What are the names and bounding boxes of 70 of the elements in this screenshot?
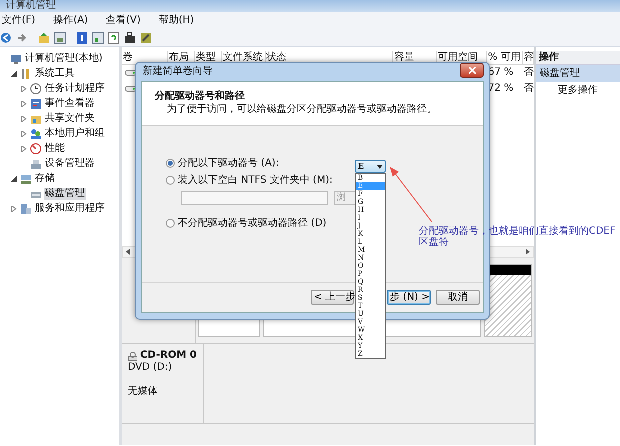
- tree-item[interactable]: 存储: [34, 172, 56, 184]
- computer-icon: [10, 52, 22, 64]
- clock-icon: [30, 82, 42, 94]
- option-label: 装入以下空白 NTFS 文件夹中 (M):: [178, 174, 333, 186]
- tree-item[interactable]: 磁盘管理: [44, 188, 86, 200]
- table-cell-text: 否: [523, 83, 534, 95]
- tree-item[interactable]: 共享文件夹: [44, 112, 96, 124]
- collapsed-arrow-icon[interactable]: [21, 100, 27, 106]
- menu-item[interactable]: 查看(V): [104, 14, 143, 28]
- dropdown-caret-icon: [377, 164, 383, 168]
- collapsed-arrow-icon[interactable]: [21, 130, 27, 136]
- back-icon[interactable]: [0, 32, 12, 44]
- tree-item[interactable]: 服务和应用程序: [34, 202, 106, 214]
- cd-drive-icon: [128, 352, 138, 360]
- gauge-icon: [30, 142, 42, 154]
- users-icon: [30, 128, 42, 140]
- unallocated-partition[interactable]: [484, 264, 532, 337]
- table-cell-text: 否: [523, 67, 534, 79]
- panel-icon[interactable]: [92, 32, 104, 44]
- collapsed-arrow-icon[interactable]: [21, 116, 27, 122]
- event-log-icon: [30, 98, 42, 110]
- table-cell-text: 72 %: [487, 83, 515, 95]
- action-item[interactable]: 更多操作: [536, 82, 620, 99]
- collapsed-arrow-icon[interactable]: [21, 86, 27, 92]
- tree-item[interactable]: 本地用户和组: [44, 128, 106, 140]
- drive-letter-dropdown[interactable]: E: [355, 160, 386, 173]
- radio-button[interactable]: [166, 176, 175, 185]
- actions-header: 操作: [536, 51, 620, 65]
- tree-item[interactable]: 事件查看器: [44, 98, 96, 110]
- selected-letter: E: [358, 162, 364, 172]
- expanded-arrow-icon[interactable]: [11, 70, 17, 76]
- collapsed-arrow-icon[interactable]: [21, 146, 27, 152]
- device-icon: [30, 158, 42, 170]
- action-item[interactable]: 磁盘管理: [536, 65, 620, 82]
- subtitle: 为了便于访问，可以给磁盘分区分配驱动器号或驱动器路径。: [166, 104, 438, 116]
- back-button[interactable]: < 上一步: [311, 290, 354, 305]
- dialog-title: 新建简单卷向导: [143, 66, 213, 78]
- panel-icon[interactable]: [54, 32, 66, 44]
- refresh-icon[interactable]: [108, 32, 120, 44]
- radio-button[interactable]: [166, 159, 175, 168]
- menu-item[interactable]: 文件(F): [0, 14, 38, 28]
- menu-item[interactable]: 操作(A): [52, 14, 90, 28]
- tree-item[interactable]: 任务计划程序: [44, 82, 106, 94]
- column-header[interactable]: 容: [523, 51, 534, 64]
- expanded-arrow-icon[interactable]: [11, 176, 17, 182]
- menu-item[interactable]: 帮助(H): [156, 14, 196, 28]
- briefcase-icon[interactable]: [124, 32, 136, 44]
- window-title: 计算机管理: [0, 0, 620, 12]
- forward-icon[interactable]: [16, 32, 28, 44]
- option-label: 不分配驱动器号或驱动器路径 (D): [178, 218, 327, 230]
- tree-item[interactable]: 设备管理器: [44, 158, 96, 170]
- tree-item[interactable]: 计算机管理(本地): [24, 52, 104, 64]
- radio-button[interactable]: [166, 219, 175, 228]
- tree-item[interactable]: 性能: [44, 142, 66, 154]
- annotation-text: 区盘符: [419, 237, 450, 248]
- tree-item[interactable]: 系统工具: [34, 68, 76, 80]
- next-button[interactable]: 步 (N) >: [387, 290, 431, 305]
- option-label: 分配以下驱动器号 (A):: [178, 158, 280, 170]
- scroll-left-icon[interactable]: [126, 249, 130, 255]
- disk-name: CD-ROM 0: [140, 350, 197, 362]
- close-button[interactable]: [460, 63, 484, 78]
- scroll-right-icon[interactable]: [526, 249, 530, 255]
- disk-type: DVD (D:): [128, 362, 174, 374]
- disk-status: 无媒体: [128, 386, 159, 398]
- cancel-button[interactable]: 取消: [436, 290, 480, 305]
- heading: 分配驱动器号和路径: [155, 91, 246, 103]
- close-icon: [468, 67, 476, 74]
- collapsed-arrow-icon[interactable]: [11, 206, 17, 212]
- folder-up-icon[interactable]: [38, 32, 50, 44]
- storage-icon: [20, 172, 32, 184]
